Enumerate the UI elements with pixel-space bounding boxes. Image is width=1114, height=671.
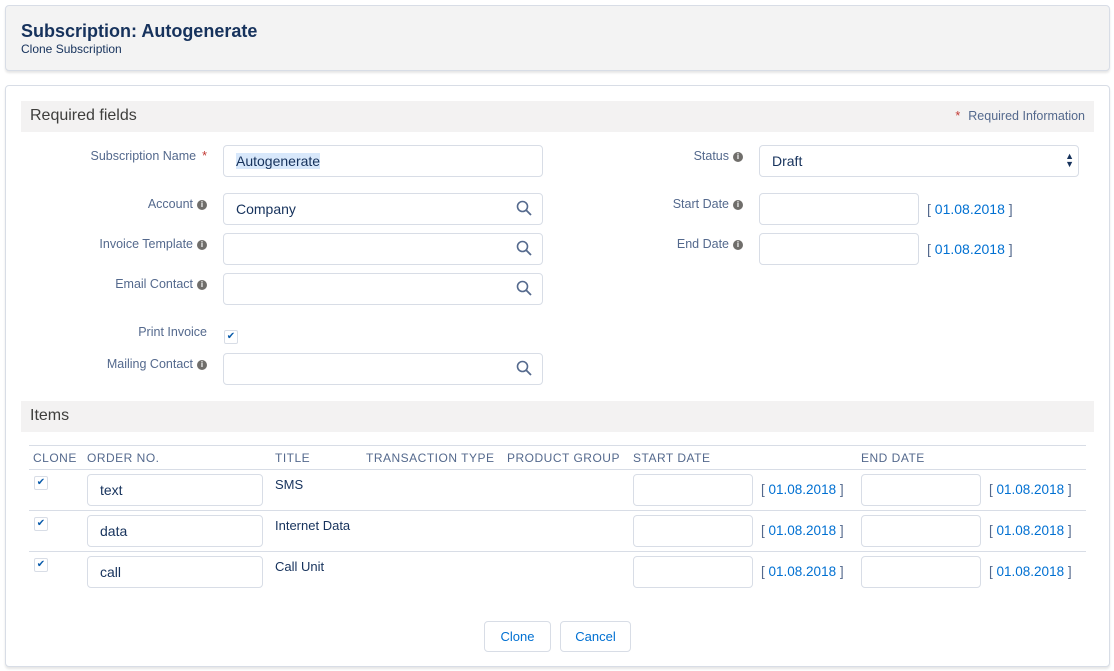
item-end-date-input[interactable] — [861, 474, 981, 506]
item-end-date-default-link[interactable]: [ 01.08.2018 ] — [989, 523, 1072, 538]
subscription-name-input[interactable]: Autogenerate — [223, 145, 543, 177]
clone-checkbox[interactable]: ✔ — [34, 558, 48, 572]
invoice-template-label: Invoice Template i — [7, 237, 207, 251]
column-header-end-date: END DATE — [861, 451, 925, 465]
start-date-default-link[interactable]: [ 01.08.2018 ] — [927, 201, 1013, 217]
clone-button[interactable]: Clone — [484, 621, 551, 652]
search-icon[interactable] — [516, 280, 532, 296]
section-title: Items — [30, 407, 70, 424]
item-title: Internet Data — [275, 518, 351, 533]
search-icon[interactable] — [516, 360, 532, 376]
order-no-input[interactable]: call — [87, 556, 263, 588]
account-label: Account i — [7, 197, 207, 211]
page-title: Subscription: Autogenerate — [21, 21, 258, 41]
subscription-name-label: Subscription Name * — [90, 149, 207, 163]
column-header-transaction-type: TRANSACTION TYPE — [366, 451, 495, 465]
start-date-input[interactable] — [759, 193, 919, 225]
section-items: Items — [21, 401, 1094, 432]
info-icon: i — [197, 360, 207, 370]
page-header: Subscription: Autogenerate Clone Subscri… — [5, 5, 1110, 71]
info-icon: i — [733, 152, 743, 162]
clone-checkbox[interactable]: ✔ — [34, 517, 48, 531]
status-label: Status i — [543, 149, 743, 163]
section-required-fields: Required fields * Required Information — [21, 101, 1094, 132]
item-start-date-input[interactable] — [633, 556, 753, 588]
status-select[interactable]: Draft ▲ ▼ — [759, 145, 1079, 177]
end-date-input[interactable] — [759, 233, 919, 265]
column-header-order-no: ORDER NO. — [87, 451, 160, 465]
info-icon: i — [197, 200, 207, 210]
column-header-product-group: PRODUCT GROUP — [507, 451, 620, 465]
search-icon[interactable] — [516, 200, 532, 216]
item-start-date-default-link[interactable]: [ 01.08.2018 ] — [761, 564, 844, 579]
end-date-default-link[interactable]: [ 01.08.2018 ] — [927, 241, 1013, 257]
mailing-contact-lookup-input[interactable] — [223, 353, 543, 385]
email-contact-label: Email Contact i — [7, 277, 207, 291]
cancel-button[interactable]: Cancel — [560, 621, 631, 652]
item-start-date-default-link[interactable]: [ 01.08.2018 ] — [761, 523, 844, 538]
item-end-date-input[interactable] — [861, 556, 981, 588]
print-invoice-label: Print Invoice — [138, 325, 207, 339]
item-title: SMS — [275, 477, 304, 492]
start-date-label: Start Date i — [543, 197, 743, 211]
page-subtitle: Clone Subscription — [21, 42, 122, 56]
item-end-date-default-link[interactable]: [ 01.08.2018 ] — [989, 564, 1072, 579]
order-no-input[interactable]: data — [87, 515, 263, 547]
column-header-start-date: START DATE — [633, 451, 711, 465]
item-end-date-default-link[interactable]: [ 01.08.2018 ] — [989, 482, 1072, 497]
item-end-date-input[interactable] — [861, 515, 981, 547]
clone-checkbox[interactable]: ✔ — [34, 476, 48, 490]
order-no-input[interactable]: text — [87, 474, 263, 506]
end-date-label: End Date i — [543, 237, 743, 251]
info-icon: i — [197, 280, 207, 290]
info-icon: i — [197, 240, 207, 250]
search-icon[interactable] — [516, 240, 532, 256]
invoice-template-lookup-input[interactable] — [223, 233, 543, 265]
column-header-title: TITLE — [275, 451, 311, 465]
item-start-date-default-link[interactable]: [ 01.08.2018 ] — [761, 482, 844, 497]
account-lookup-input[interactable]: Company — [223, 193, 543, 225]
section-title: Required fields — [30, 107, 137, 124]
select-arrows-icon: ▲ ▼ — [1065, 151, 1074, 169]
info-icon: i — [733, 240, 743, 250]
item-start-date-input[interactable] — [633, 474, 753, 506]
mailing-contact-label: Mailing Contact i — [7, 357, 207, 371]
item-title: Call Unit — [275, 559, 325, 574]
print-invoice-checkbox[interactable]: ✔ — [224, 330, 238, 344]
item-start-date-input[interactable] — [633, 515, 753, 547]
column-header-clone: CLONE — [33, 451, 77, 465]
required-information-note: * Required Information — [955, 109, 1085, 123]
info-icon: i — [733, 200, 743, 210]
email-contact-lookup-input[interactable] — [223, 273, 543, 305]
